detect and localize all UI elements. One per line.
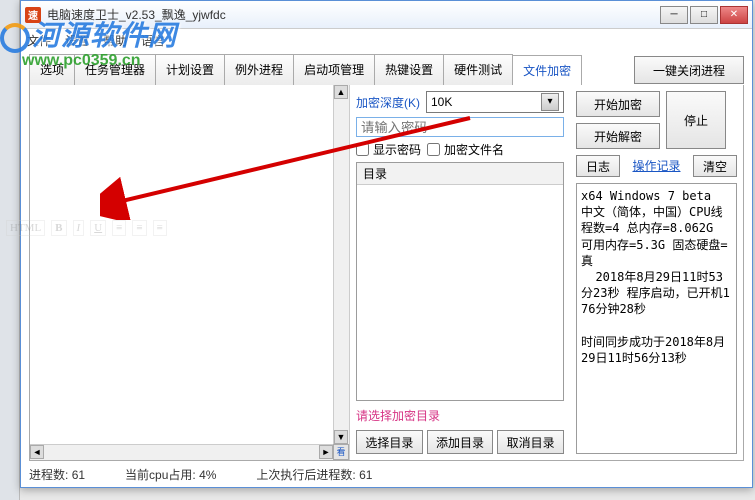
directory-listbox[interactable]: 目录 [356,162,564,401]
scrollbar-horizontal[interactable]: ◄► [30,444,333,460]
titlebar: 速 电脑速度卫士_v2.53_飘逸_yjwfdc ─ □ ✕ [21,1,752,29]
last-proc-value: 61 [359,468,372,482]
log-button[interactable]: 日志 [576,155,620,177]
chevron-down-icon: ▾ [541,93,559,111]
proc-count-value: 61 [72,468,85,482]
proc-count-label: 进程数: [29,468,68,482]
app-window: 速 电脑速度卫士_v2.53_飘逸_yjwfdc ─ □ ✕ 文件 设置 帮助 … [20,0,753,488]
operation-record-link[interactable]: 操作记录 [624,155,689,177]
menu-language[interactable]: 语言 [141,32,165,49]
encrypt-settings-pane: 加密深度(K) 10K ▾ 显示密码 加密文件名 目录 请选择加密目录 选择目录 [350,85,570,460]
show-password-checkbox[interactable]: 显示密码 [356,141,421,158]
right-pane: 开始加密 开始解密 停止 日志 操作记录 清空 x64 Windows 7 be… [570,85,743,460]
tab-exception-proc[interactable]: 例外进程 [224,54,294,85]
depth-label: 加密深度(K) [356,94,420,111]
tab-hardware-test[interactable]: 硬件测试 [443,54,513,85]
password-input[interactable] [356,117,564,137]
add-dir-button[interactable]: 添加目录 [427,430,494,454]
tab-file-encrypt[interactable]: 文件加密 [512,55,582,86]
cpu-value: 4% [199,468,216,482]
log-textbox[interactable]: x64 Windows 7 beta 中文（简体，中国）CPU线程数=4 总内存… [576,183,737,454]
stop-button[interactable]: 停止 [666,91,726,149]
tab-task-manager[interactable]: 任务管理器 [74,54,156,85]
maximize-button[interactable]: □ [690,6,718,24]
menu-settings[interactable]: 设置 [65,32,89,49]
select-dir-hint: 请选择加密目录 [356,405,564,426]
start-encrypt-button[interactable]: 开始加密 [576,91,660,117]
cancel-dir-button[interactable]: 取消目录 [497,430,564,454]
tab-bar: 选项 任务管理器 计划设置 例外进程 启动项管理 热键设置 硬件测试 文件加密 [29,54,624,86]
corner-button[interactable]: 看 [333,444,349,460]
cpu-label: 当前cpu占用: [125,468,196,482]
directory-header: 目录 [357,163,563,185]
left-text-pane[interactable]: ▲▼ ◄► 看 [30,85,350,460]
status-bar: 进程数: 61 当前cpu占用: 4% 上次执行后进程数: 61 [29,465,744,483]
depth-value: 10K [431,95,452,109]
tab-schedule[interactable]: 计划设置 [155,54,225,85]
last-proc-label: 上次执行后进程数: [256,468,355,482]
app-icon: 速 [25,7,41,23]
close-button[interactable]: ✕ [720,6,748,24]
tab-options[interactable]: 选项 [29,54,75,85]
menu-help[interactable]: 帮助 [103,32,127,49]
select-dir-button[interactable]: 选择目录 [356,430,423,454]
menubar: 文件 设置 帮助 语言 [21,29,752,51]
window-title: 电脑速度卫士_v2.53_飘逸_yjwfdc [47,6,660,23]
one-click-close-button[interactable]: 一键关闭进程 [634,56,744,84]
encrypt-filename-checkbox[interactable]: 加密文件名 [427,141,504,158]
tab-hotkey[interactable]: 热键设置 [374,54,444,85]
depth-select[interactable]: 10K ▾ [426,91,564,113]
tab-startup[interactable]: 启动项管理 [293,54,375,85]
tab-panel: ▲▼ ◄► 看 加密深度(K) 10K ▾ 显示密码 加密文件名 [29,85,744,461]
start-decrypt-button[interactable]: 开始解密 [576,123,660,149]
menu-file[interactable]: 文件 [27,32,51,49]
clear-button[interactable]: 清空 [693,155,737,177]
scrollbar-vertical[interactable]: ▲▼ [333,85,349,444]
ghost-editor-toolbar: HTMLBIU≡≡≡ [6,220,167,236]
minimize-button[interactable]: ─ [660,6,688,24]
